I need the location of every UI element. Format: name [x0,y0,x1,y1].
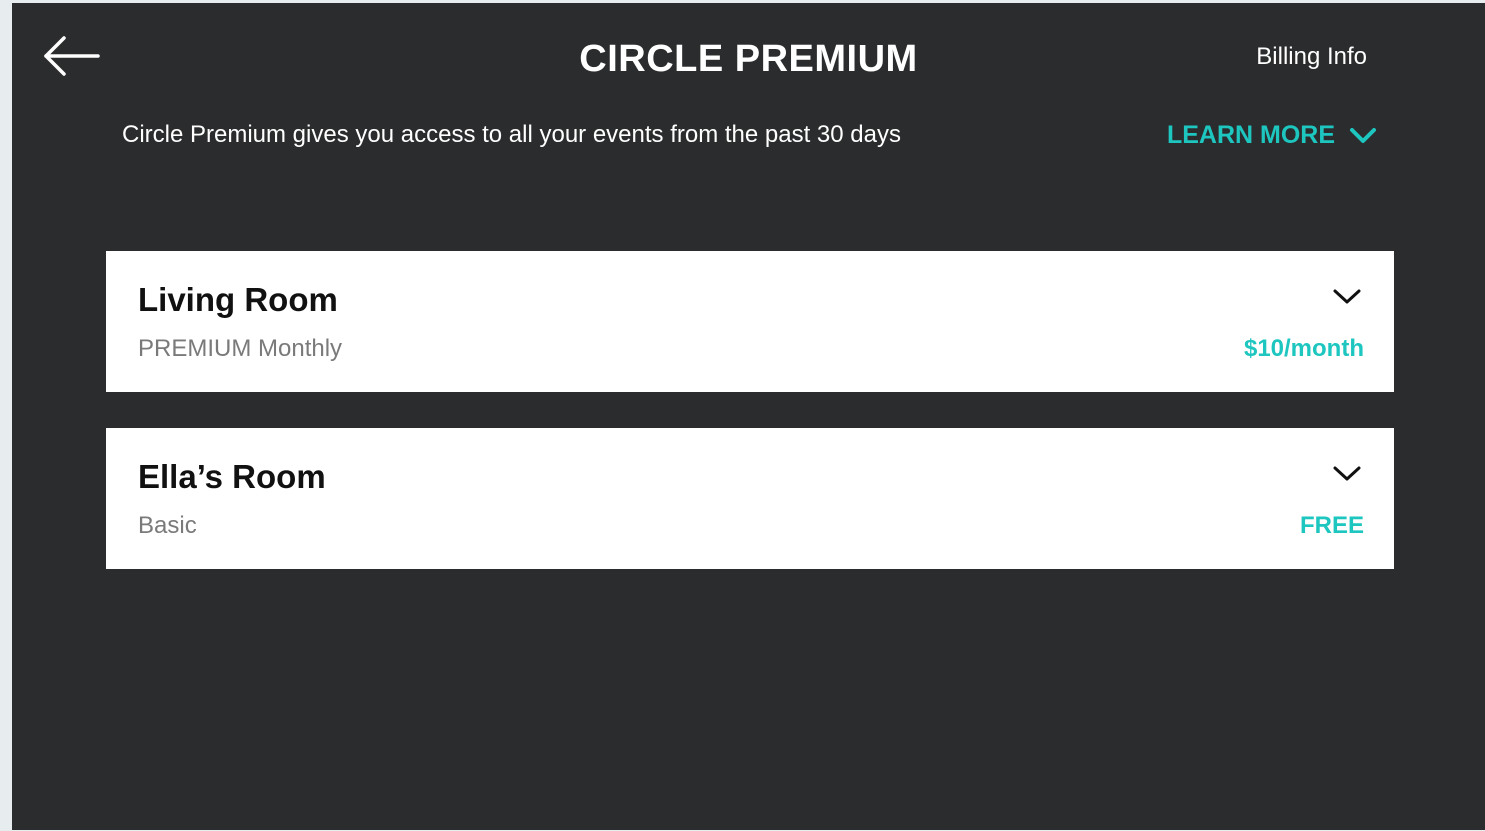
device-plan: PREMIUM Monthly [138,335,343,362]
device-card-ellas-room[interactable]: Ella’s Room Basic FREE [106,428,1394,569]
device-name: Ella’s Room [138,458,326,495]
chevron-down-icon[interactable] [1332,287,1362,307]
device-price: FREE [1299,512,1364,539]
chevron-down-icon [1350,127,1376,143]
device-price: $10/month [1243,335,1364,362]
learn-more-label: LEARN MORE [1166,121,1335,149]
device-name: Living Room [138,281,338,318]
billing-info-link[interactable]: Billing Info [1256,43,1367,71]
device-plan: Basic [138,512,197,539]
learn-more-button[interactable]: LEARN MORE [1167,121,1377,150]
circle-premium-screen: CIRCLE PREMIUM Billing Info Circle Premi… [12,3,1485,830]
premium-description: Circle Premium gives you access to all y… [122,121,901,148]
device-card-living-room[interactable]: Living Room PREMIUM Monthly $10/month [106,251,1394,392]
chevron-down-icon[interactable] [1332,464,1362,484]
